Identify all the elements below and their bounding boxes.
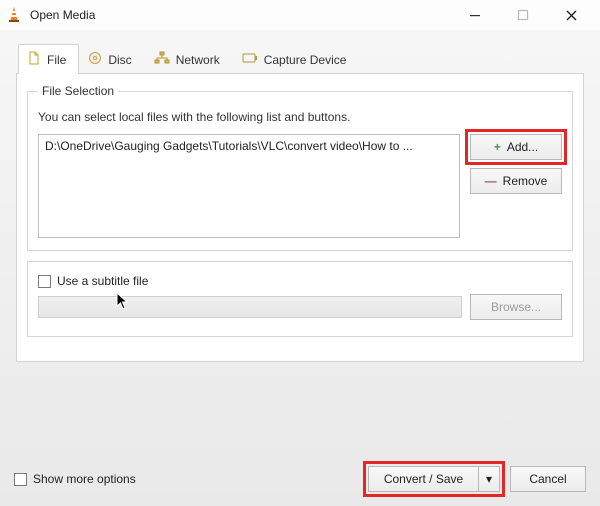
convert-save-splitbutton: Convert / Save ▾ — [368, 466, 500, 492]
network-icon — [154, 51, 170, 68]
show-more-options-label: Show more options — [33, 472, 136, 486]
file-icon — [27, 51, 41, 68]
disc-icon — [88, 51, 102, 68]
chevron-down-icon: ▾ — [486, 472, 492, 486]
use-subtitle-checkbox[interactable] — [38, 275, 51, 288]
minus-icon: — — [485, 174, 497, 188]
subtitle-path-input — [38, 296, 462, 318]
tab-file[interactable]: File — [18, 44, 79, 74]
window-controls — [460, 3, 594, 27]
file-selection-group: File Selection You can select local file… — [27, 84, 573, 251]
tab-network-label: Network — [176, 53, 220, 67]
cancel-button[interactable]: Cancel — [510, 466, 586, 492]
tab-disc-label: Disc — [108, 53, 131, 67]
convert-save-button[interactable]: Convert / Save — [368, 466, 478, 492]
tabstrip: File Disc Network Capture Device — [16, 44, 584, 74]
tab-capture[interactable]: Capture Device — [233, 44, 360, 74]
close-button[interactable] — [556, 3, 586, 27]
file-list[interactable]: D:\OneDrive\Gauging Gadgets\Tutorials\VL… — [38, 134, 460, 238]
vlc-cone-icon — [6, 7, 22, 23]
remove-button[interactable]: — Remove — [470, 168, 562, 194]
minimize-button[interactable] — [460, 3, 490, 27]
tab-file-label: File — [47, 53, 66, 67]
subtitle-group: Use a subtitle file Browse... — [27, 261, 573, 337]
add-button-label: Add... — [507, 140, 538, 154]
add-button[interactable]: + Add... — [470, 134, 562, 160]
list-item[interactable]: D:\OneDrive\Gauging Gadgets\Tutorials\VL… — [43, 137, 455, 155]
file-panel: File Selection You can select local file… — [16, 74, 584, 362]
use-subtitle-label: Use a subtitle file — [57, 274, 148, 288]
remove-button-label: Remove — [503, 174, 548, 188]
client-area: File Disc Network Capture Device File Se… — [0, 30, 600, 372]
tab-network[interactable]: Network — [145, 44, 233, 74]
dialog-footer: Show more options Convert / Save ▾ Cance… — [0, 456, 600, 506]
convert-save-dropdown[interactable]: ▾ — [478, 466, 500, 492]
plus-icon: + — [494, 140, 501, 154]
convert-save-label: Convert / Save — [384, 472, 463, 486]
browse-subtitle-label: Browse... — [491, 300, 541, 314]
tab-capture-label: Capture Device — [264, 53, 347, 67]
window-title: Open Media — [30, 8, 95, 22]
cancel-label: Cancel — [529, 472, 566, 486]
maximize-button[interactable] — [508, 3, 538, 27]
titlebar: Open Media — [0, 0, 600, 30]
browse-subtitle-button: Browse... — [470, 294, 562, 320]
file-selection-hint: You can select local files with the foll… — [38, 110, 562, 124]
file-selection-legend: File Selection — [38, 84, 118, 98]
capture-icon — [242, 51, 258, 68]
show-more-options-checkbox[interactable] — [14, 473, 27, 486]
tab-disc[interactable]: Disc — [79, 44, 144, 74]
